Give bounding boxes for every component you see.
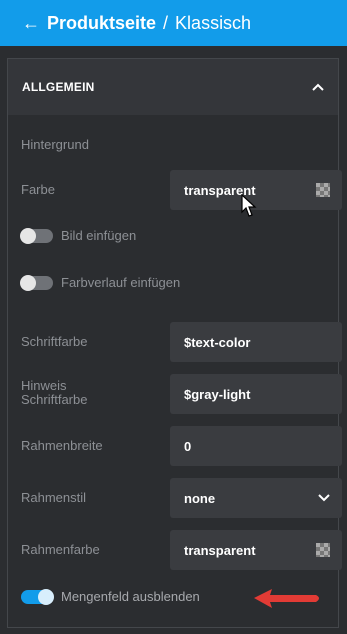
breadcrumb-separator: /	[163, 12, 169, 33]
font-color-value: $text-color	[184, 334, 251, 350]
font-color-field[interactable]: $text-color	[170, 322, 342, 362]
chevron-up-icon[interactable]	[310, 79, 326, 95]
insert-image-toggle[interactable]	[20, 227, 53, 244]
border-color-swatch-icon[interactable]	[316, 543, 330, 557]
section-title: ALLGEMEIN	[22, 80, 95, 94]
hint-font-color-field[interactable]: $gray-light	[170, 374, 342, 414]
insert-gradient-toggle-row[interactable]: Farbverlauf einfügen	[20, 274, 181, 291]
hide-quantity-label: Mengenfeld ausblenden	[61, 589, 200, 604]
border-width-value: 0	[184, 438, 192, 454]
hide-quantity-toggle[interactable]	[21, 588, 54, 605]
border-width-label: Rahmenbreite	[21, 438, 103, 453]
hint-font-color-label: Hinweis Schriftfarbe	[21, 378, 88, 407]
border-color-field[interactable]: transparent	[170, 530, 342, 570]
back-arrow-icon[interactable]: ←	[22, 13, 40, 34]
top-bar: ← Produktseite / Klassisch	[0, 0, 347, 46]
border-color-label: Rahmenfarbe	[21, 542, 100, 557]
font-color-label: Schriftfarbe	[21, 334, 88, 349]
border-style-value: none	[184, 490, 216, 506]
background-group-label: Hintergrund	[21, 137, 89, 152]
insert-gradient-label: Farbverlauf einfügen	[61, 275, 181, 290]
hide-quantity-toggle-row[interactable]: Mengenfeld ausblenden	[21, 588, 200, 605]
color-label: Farbe	[21, 182, 55, 197]
breadcrumb-page[interactable]: Produktseite	[47, 13, 156, 34]
insert-image-label: Bild einfügen	[61, 228, 137, 243]
border-style-label: Rahmenstil	[21, 490, 87, 505]
insert-gradient-toggle[interactable]	[20, 274, 53, 291]
color-swatch-icon[interactable]	[316, 183, 330, 197]
red-arrow-icon	[254, 589, 319, 608]
hint-font-color-value: $gray-light	[184, 386, 251, 402]
border-color-value: transparent	[184, 542, 256, 558]
section-header-allgemein[interactable]: ALLGEMEIN	[8, 59, 338, 115]
border-style-select[interactable]: none	[170, 478, 342, 518]
border-width-field[interactable]: 0	[170, 426, 342, 466]
breadcrumb-subpage: Klassisch	[175, 12, 252, 33]
mouse-cursor-icon	[241, 194, 257, 217]
chevron-down-icon[interactable]	[318, 494, 330, 502]
insert-image-toggle-row[interactable]: Bild einfügen	[20, 227, 137, 244]
